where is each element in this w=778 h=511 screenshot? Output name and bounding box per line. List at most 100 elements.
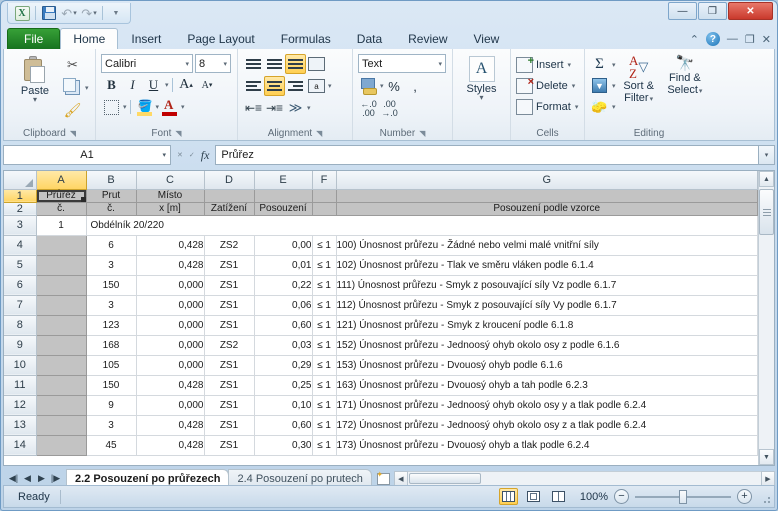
number-format-select[interactable]: Text ▾ — [358, 54, 446, 73]
cell-c-13[interactable]: 0,428 — [136, 415, 205, 436]
cell-e1[interactable] — [254, 189, 313, 203]
tab-page-layout[interactable]: Page Layout — [174, 28, 267, 49]
cell-c1[interactable]: Místo — [136, 189, 205, 203]
underline-dropdown-icon[interactable]: ▾ — [165, 81, 169, 89]
clipboard-dialog-launcher-icon[interactable]: ◥ — [70, 129, 76, 138]
top-align-button[interactable] — [243, 54, 264, 74]
formula-input[interactable]: Průřez — [215, 145, 759, 165]
cell-b-8[interactable]: 123 — [86, 315, 137, 336]
column-header-e[interactable]: E — [254, 171, 313, 190]
borders-dropdown-icon[interactable]: ▾ — [123, 103, 127, 111]
vertical-scroll-thumb[interactable] — [759, 189, 774, 235]
cell-a-9[interactable] — [36, 335, 87, 356]
row-header-6[interactable]: 6 — [4, 275, 37, 296]
cell-g-7[interactable]: 112) Únosnost průřezu - Smyk z posouvají… — [336, 295, 758, 316]
cell-a-4[interactable] — [36, 235, 87, 256]
orientation-dropdown-icon[interactable]: ▾ — [307, 104, 311, 112]
row-header-10[interactable]: 10 — [4, 355, 37, 376]
cell-f-7[interactable]: ≤ 1 — [312, 295, 337, 316]
cell-g-11[interactable]: 163) Únosnost průřezu - Dvouosý ohyb a t… — [336, 375, 758, 396]
cell-g-10[interactable]: 153) Únosnost průřezu - Dvouosý ohyb pod… — [336, 355, 758, 376]
cell-a-14[interactable] — [36, 435, 87, 456]
cell-f2[interactable] — [312, 202, 337, 216]
column-header-a[interactable]: A — [36, 171, 87, 190]
name-box-dropdown-icon[interactable]: ▾ — [162, 151, 166, 159]
row-header-9[interactable]: 9 — [4, 335, 37, 356]
cell-d-4[interactable]: ZS2 — [204, 235, 255, 256]
close-button[interactable]: ✕ — [728, 2, 773, 20]
cell-d-11[interactable]: ZS1 — [204, 375, 255, 396]
cell-a3[interactable]: 1 — [36, 215, 87, 236]
row-header-11[interactable]: 11 — [4, 375, 37, 396]
tab-data[interactable]: Data — [344, 28, 395, 49]
enter-formula-icon[interactable]: ✓ — [189, 151, 195, 159]
cell-a-12[interactable] — [36, 395, 87, 416]
zoom-slider-handle[interactable] — [679, 489, 687, 504]
autosum-button[interactable]: Σ ▾ — [590, 54, 615, 75]
row-header-13[interactable]: 13 — [4, 415, 37, 436]
save-icon[interactable] — [39, 4, 59, 22]
cell-d2[interactable]: Zatížení — [204, 202, 255, 216]
delete-dropdown-icon[interactable]: ▾ — [572, 82, 576, 90]
cell-b-13[interactable]: 3 — [86, 415, 137, 436]
cell-b-9[interactable]: 168 — [86, 335, 137, 356]
font-color-dropdown-icon[interactable]: ▾ — [181, 103, 185, 111]
tab-insert[interactable]: Insert — [118, 28, 174, 49]
format-dropdown-icon[interactable]: ▾ — [575, 103, 579, 111]
tab-home[interactable]: Home — [60, 28, 119, 49]
font-name-input[interactable]: Calibri ▾ — [101, 54, 193, 73]
cell-a-5[interactable] — [36, 255, 87, 276]
cell-c-8[interactable]: 0,000 — [136, 315, 205, 336]
redo-icon[interactable]: ↷ ▾ — [79, 4, 99, 22]
cell-a-13[interactable] — [36, 415, 87, 436]
font-size-dropdown-icon[interactable]: ▾ — [223, 60, 227, 68]
middle-align-button[interactable] — [264, 54, 285, 74]
decrease-indent-button[interactable]: ⇤≡ — [243, 98, 264, 118]
row-header-12[interactable]: 12 — [4, 395, 37, 416]
cell-a1[interactable]: Průřez — [36, 189, 87, 203]
horizontal-scroll-thumb[interactable] — [408, 473, 481, 484]
cell-d-13[interactable]: ZS1 — [204, 415, 255, 436]
cell-g-9[interactable]: 152) Únosnost průřezu - Jednoosý ohyb ok… — [336, 335, 758, 356]
copy-button[interactable]: ▾ — [63, 77, 89, 98]
underline-button[interactable]: U — [143, 75, 164, 95]
cell-b1[interactable]: Prut — [86, 189, 137, 203]
cell-e2[interactable]: Posouzení — [254, 202, 313, 216]
tab-formulas[interactable]: Formulas — [268, 28, 344, 49]
view-page-break-button[interactable] — [549, 488, 568, 505]
cell-a-8[interactable] — [36, 315, 87, 336]
excel-logo-icon[interactable]: X — [12, 4, 32, 22]
fill-button[interactable]: ▼ ▾ — [590, 75, 616, 96]
cell-b-7[interactable]: 3 — [86, 295, 137, 316]
doc-close-icon[interactable]: ✕ — [762, 33, 771, 46]
cell-d-10[interactable]: ZS1 — [204, 355, 255, 376]
italic-button[interactable]: I — [122, 75, 143, 95]
cell-e-8[interactable]: 0,60 — [254, 315, 313, 336]
align-center-button[interactable] — [264, 76, 285, 96]
cell-e-10[interactable]: 0,29 — [254, 355, 313, 376]
cell-f1[interactable] — [312, 189, 337, 203]
minimize-button[interactable]: — — [668, 2, 697, 20]
number-format-dropdown-icon[interactable]: ▾ — [438, 60, 442, 68]
cell-f-12[interactable]: ≤ 1 — [312, 395, 337, 416]
tab-review[interactable]: Review — [395, 28, 460, 49]
align-right-button[interactable] — [285, 76, 306, 96]
borders-button[interactable] — [101, 97, 122, 117]
select-all-corner[interactable] — [4, 171, 37, 190]
zoom-level[interactable]: 100% — [574, 491, 608, 503]
column-header-f[interactable]: F — [312, 171, 337, 190]
cell-f-14[interactable]: ≤ 1 — [312, 435, 337, 456]
cell-g-12[interactable]: 171) Únosnost průřezu - Jednoosý ohyb ok… — [336, 395, 758, 416]
paste-button[interactable]: Paste ▾ — [9, 54, 61, 104]
insert-dropdown-icon[interactable]: ▾ — [568, 61, 572, 69]
help-icon[interactable]: ? — [705, 32, 720, 46]
wrap-text-button[interactable] — [306, 54, 327, 74]
decrease-decimal-button[interactable]: .00 →.0 — [379, 99, 400, 119]
styles-dropdown-icon[interactable]: ▾ — [479, 94, 483, 102]
cell-d-9[interactable]: ZS2 — [204, 335, 255, 356]
cell-e-7[interactable]: 0,06 — [254, 295, 313, 316]
cancel-formula-icon[interactable]: ✕ — [177, 151, 183, 159]
cut-button[interactable]: ✂ — [63, 54, 89, 75]
cell-c-14[interactable]: 0,428 — [136, 435, 205, 456]
row-header-7[interactable]: 7 — [4, 295, 37, 316]
